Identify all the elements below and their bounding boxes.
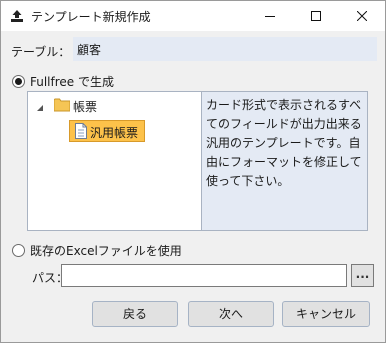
maximize-button[interactable]	[293, 1, 339, 31]
table-name-field: 顧客	[73, 37, 377, 61]
fullfree-radio[interactable]	[12, 75, 25, 88]
minimize-button[interactable]	[247, 1, 293, 31]
browse-button[interactable]: ...	[351, 264, 374, 287]
folder-icon	[53, 98, 71, 112]
excel-radio[interactable]	[12, 244, 25, 257]
window-title: テンプレート新規作成	[31, 10, 151, 24]
fullfree-radio-label[interactable]: Fullfree で生成	[30, 73, 114, 90]
close-button[interactable]	[339, 1, 385, 31]
template-tree[interactable]: 帳票 汎用帳票	[27, 91, 202, 231]
back-button[interactable]: 戻る	[92, 301, 178, 327]
title-bar: テンプレート新規作成	[1, 1, 385, 31]
tree-folder-label[interactable]: 帳票	[73, 98, 97, 115]
template-create-dialog: テンプレート新規作成 テーブル： 顧客 Fullfree で生成 帳票 汎用帳票…	[0, 0, 386, 343]
tree-item-generic-report[interactable]: 汎用帳票	[69, 120, 145, 142]
upload-tray-icon	[9, 8, 25, 24]
next-button[interactable]: 次へ	[188, 301, 274, 327]
cancel-button[interactable]: キャンセル	[282, 301, 370, 327]
template-description: カード形式で表示されるすべてのフィールドが出力出来る汎用のテンプレートです。自由…	[202, 91, 368, 231]
document-icon	[75, 123, 87, 139]
expanded-arrow-icon[interactable]	[36, 101, 44, 115]
tree-item-label: 汎用帳票	[90, 126, 139, 140]
table-label: テーブル：	[11, 45, 71, 59]
path-input[interactable]	[61, 264, 347, 287]
excel-radio-label[interactable]: 既存のExcelファイルを使用	[30, 242, 182, 259]
